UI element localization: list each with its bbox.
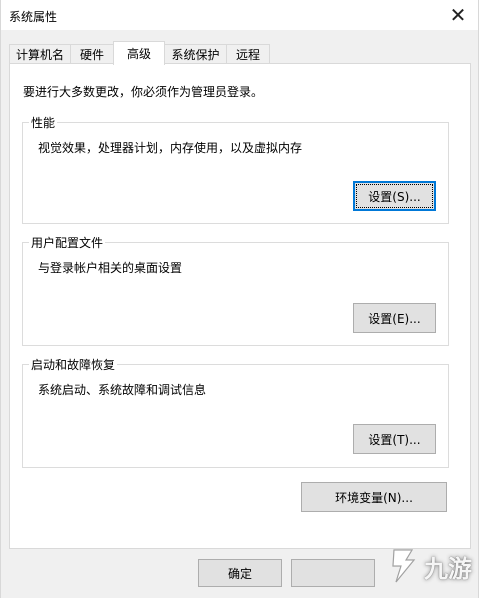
user-profiles-settings-button[interactable]: 设置(E)... bbox=[353, 303, 436, 333]
tab-label: 硬件 bbox=[79, 48, 104, 62]
tab-hardware[interactable]: 硬件 bbox=[70, 44, 114, 64]
user-profiles-description: 与登录帐户相关的桌面设置 bbox=[38, 261, 183, 275]
button-label: 设置(T)... bbox=[368, 432, 421, 447]
environment-variables-button[interactable]: 环境变量(N)... bbox=[301, 482, 447, 512]
tab-advanced[interactable]: 高级 bbox=[113, 41, 165, 65]
tab-label: 系统保护 bbox=[171, 48, 220, 62]
window-title: 系统属性 bbox=[9, 10, 58, 24]
cancel-button[interactable] bbox=[291, 559, 375, 587]
button-label: 设置(S)... bbox=[368, 189, 421, 204]
performance-label: 性能 bbox=[29, 114, 58, 131]
startup-recovery-group: 启动和故障恢复 系统启动、系统故障和调试信息 设置(T)... bbox=[22, 356, 449, 468]
tab-computer-name[interactable]: 计算机名 bbox=[9, 44, 71, 64]
startup-recovery-settings-button[interactable]: 设置(T)... bbox=[353, 424, 436, 454]
title-bar[interactable]: 系统属性 ✕ bbox=[1, 0, 478, 30]
user-profiles-label: 用户配置文件 bbox=[29, 234, 106, 251]
tab-label: 计算机名 bbox=[15, 48, 64, 62]
startup-recovery-label: 启动和故障恢复 bbox=[29, 356, 118, 373]
user-profiles-group: 用户配置文件 与登录帐户相关的桌面设置 设置(E)... bbox=[22, 234, 449, 346]
close-button[interactable]: ✕ bbox=[438, 0, 478, 30]
tab-strip: 计算机名 硬件 高级 系统保护 远程 bbox=[9, 41, 471, 65]
button-label: 环境变量(N)... bbox=[335, 490, 413, 505]
system-properties-window: 系统属性 ✕ 计算机名 硬件 高级 系统保护 远程 要进行大多数更改，你必须作为… bbox=[0, 0, 479, 598]
performance-settings-button[interactable]: 设置(S)... bbox=[353, 181, 436, 211]
button-label: 设置(E)... bbox=[368, 311, 421, 326]
button-label: 确定 bbox=[227, 566, 252, 581]
admin-notice: 要进行大多数更改，你必须作为管理员登录。 bbox=[23, 85, 264, 99]
performance-group: 性能 视觉效果，处理器计划，内存使用，以及虚拟内存 设置(S)... bbox=[22, 114, 449, 224]
performance-description: 视觉效果，处理器计划，内存使用，以及虚拟内存 bbox=[38, 141, 303, 155]
ok-button[interactable]: 确定 bbox=[198, 559, 282, 587]
dialog-footer: 确定 bbox=[1, 549, 478, 598]
tab-remote[interactable]: 远程 bbox=[226, 44, 270, 64]
startup-recovery-description: 系统启动、系统故障和调试信息 bbox=[38, 383, 207, 397]
tab-system-protection[interactable]: 系统保护 bbox=[164, 44, 227, 64]
tab-label: 高级 bbox=[126, 47, 151, 61]
tab-label: 远程 bbox=[235, 48, 260, 62]
close-icon: ✕ bbox=[449, 3, 467, 27]
